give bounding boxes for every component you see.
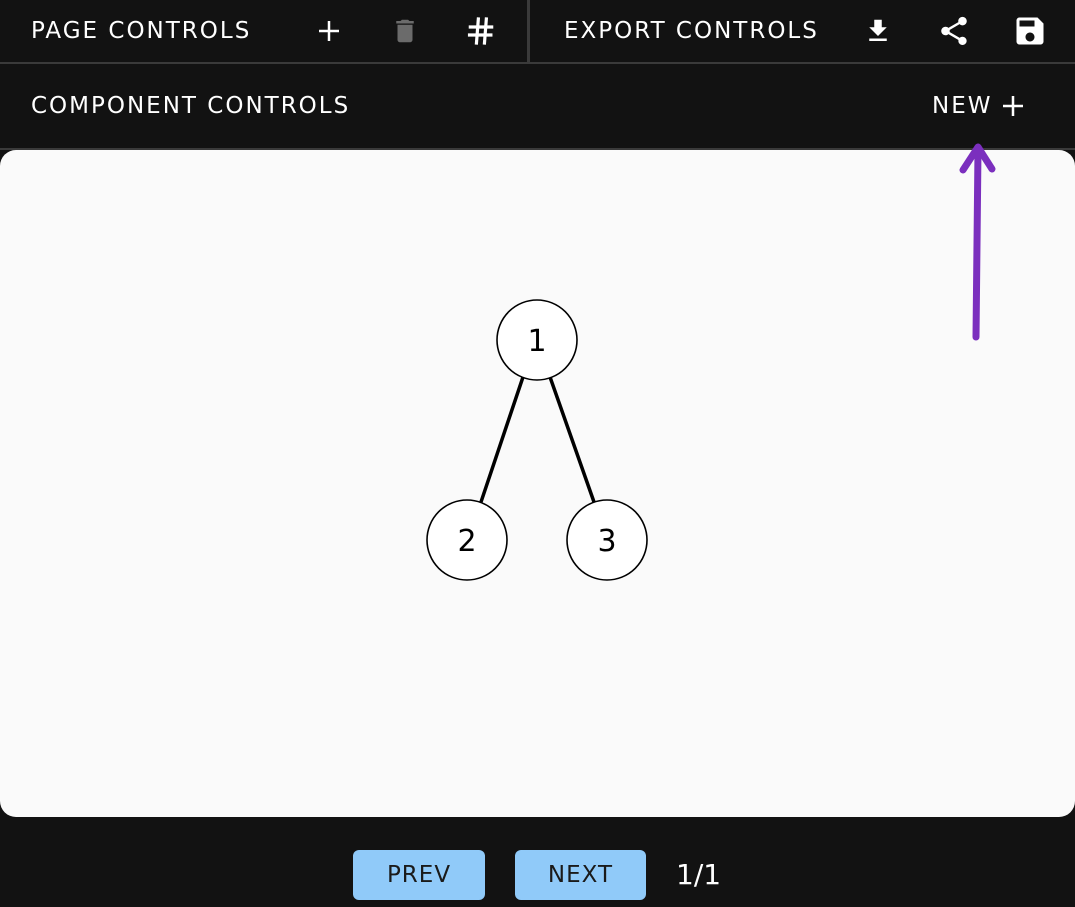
- page-numbers-button[interactable]: [458, 8, 504, 54]
- graph-edge-1-2: [479, 376, 525, 503]
- graph-canvas[interactable]: 1 2 3: [0, 150, 1075, 817]
- component-controls-label: COMPONENT CONTROLS: [31, 93, 351, 119]
- graph-node-1[interactable]: 1: [496, 299, 578, 381]
- next-page-button[interactable]: NEXT: [515, 850, 646, 900]
- component-toolbar: COMPONENT CONTROLS NEW: [0, 64, 1075, 150]
- download-icon: [869, 19, 887, 41]
- new-button-label: NEW: [932, 93, 993, 119]
- export-controls-label: EXPORT CONTROLS: [564, 18, 819, 44]
- save-icon: [1016, 17, 1044, 45]
- graph-svg: 1 2 3: [426, 299, 648, 581]
- app-root: PAGE CONTROLS EXPORT CONTROLS COMPONENT …: [0, 0, 1075, 907]
- graph-node-label: 1: [527, 324, 546, 359]
- add-icon: [319, 21, 339, 41]
- graph-node-3[interactable]: 3: [566, 499, 648, 581]
- pager-bar: PREV NEXT 1/1: [0, 817, 1075, 907]
- trash-icon: [396, 19, 414, 43]
- prev-page-button[interactable]: PREV: [353, 850, 485, 900]
- share-button[interactable]: [931, 8, 977, 54]
- add-icon: [1003, 96, 1024, 116]
- delete-page-button[interactable]: [382, 8, 428, 54]
- top-toolbar: PAGE CONTROLS EXPORT CONTROLS: [0, 0, 1075, 64]
- add-page-button[interactable]: [306, 8, 352, 54]
- share-icon: [941, 16, 967, 46]
- graph-edge-1-3: [548, 376, 596, 503]
- hash-icon: [467, 17, 494, 45]
- download-button[interactable]: [855, 8, 901, 54]
- new-component-button[interactable]: NEW: [924, 82, 1036, 130]
- save-button[interactable]: [1007, 8, 1053, 54]
- graph-node-label: 2: [457, 524, 476, 559]
- graph-node-label: 3: [597, 524, 616, 559]
- page-indicator: 1/1: [676, 858, 722, 891]
- toolbar-divider: [527, 0, 530, 62]
- graph-node-2[interactable]: 2: [426, 499, 508, 581]
- page-controls-label: PAGE CONTROLS: [31, 18, 252, 44]
